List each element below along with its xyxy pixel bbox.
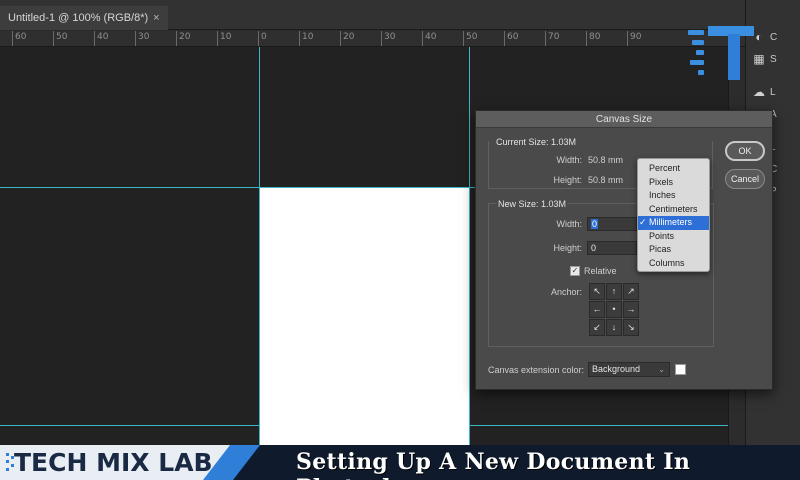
ruler-tick: 90 <box>627 31 641 46</box>
menu-item-percent[interactable]: Percent <box>638 162 709 176</box>
ruler-tick: 30 <box>381 31 395 46</box>
ruler-tick: 10 <box>217 31 231 46</box>
current-width-label: Width: <box>556 155 582 165</box>
ruler-tick: 50 <box>463 31 477 46</box>
anchor-arrow-icon[interactable]: ↑ <box>606 283 622 300</box>
anchor-arrow-icon[interactable]: ↖ <box>589 283 605 300</box>
brand-name: TECH MIX LAB <box>14 448 213 477</box>
anchor-arrow-icon[interactable]: ↓ <box>606 319 622 336</box>
horizontal-ruler[interactable]: 60 50 40 30 20 10 0 10 20 30 40 50 60 70 80 90 <box>0 31 745 47</box>
menu-item-millimeters[interactable]: ✓ Millimeters <box>638 216 709 230</box>
current-height-value: 50.8 mm <box>588 175 624 185</box>
current-height-label: Height: <box>553 175 582 185</box>
cancel-button[interactable]: Cancel <box>725 169 765 189</box>
width-input[interactable]: 0 <box>587 217 637 231</box>
ruler-tick: 60 <box>12 31 26 46</box>
ruler-tick: 50 <box>53 31 67 46</box>
menu-item-label: Millimeters <box>649 217 693 227</box>
ruler-tick: 70 <box>545 31 559 46</box>
current-width-value: 50.8 mm <box>588 155 624 165</box>
anchor-grid: ↖ ↑ ↗ ← • → ↙ ↓ ↘ <box>589 283 639 337</box>
ruler-tick: 40 <box>94 31 108 46</box>
photoshop-window: Untitled-1 @ 100% (RGB/8*) × 60 50 40 30 20 10… <box>0 0 800 480</box>
guide-vertical <box>469 47 470 445</box>
relative-checkbox[interactable]: ✓ <box>570 266 580 276</box>
canvas-size-dialog: Canvas Size Current Size: 1.03M Width: 5… <box>475 110 773 390</box>
tech-mix-lab-logo-icon <box>688 22 760 84</box>
ruler-tick: 30 <box>135 31 149 46</box>
menu-item-centimeters[interactable]: Centimeters <box>638 203 709 217</box>
extension-color-select[interactable]: Background ⌄ <box>588 362 670 377</box>
anchor-center[interactable]: • <box>606 301 622 318</box>
checkmark-icon: ✓ <box>639 217 647 227</box>
document-tab[interactable]: Untitled-1 @ 100% (RGB/8*) × <box>0 6 168 30</box>
panel-label: L <box>770 87 776 98</box>
relative-label: Relative <box>584 266 617 276</box>
video-banner: TECH MIX LAB Setting Up A New Document I… <box>0 445 800 480</box>
ruler-tick: 10 <box>299 31 313 46</box>
document-tab-title: Untitled-1 @ 100% (RGB/8*) <box>8 12 149 24</box>
ruler-tick: 80 <box>586 31 600 46</box>
document-tab-bar: Untitled-1 @ 100% (RGB/8*) × <box>0 0 745 30</box>
anchor-arrow-icon[interactable]: ↘ <box>623 319 639 336</box>
anchor-arrow-icon[interactable]: ← <box>589 301 605 318</box>
menu-item-label: Points <box>649 230 675 241</box>
menu-item-picas[interactable]: Picas <box>638 243 709 257</box>
ruler-tick: 60 <box>504 31 518 46</box>
anchor-arrow-icon[interactable]: ↗ <box>623 283 639 300</box>
current-size-label: Current Size: 1.03M <box>496 137 577 147</box>
menu-item-pixels[interactable]: Pixels <box>638 176 709 190</box>
extension-color-value: Background <box>592 364 641 374</box>
menu-item-columns[interactable]: Columns <box>638 257 709 271</box>
video-title: Setting Up A New Document In Photoshop <box>296 449 691 480</box>
anchor-arrow-icon[interactable]: ↙ <box>589 319 605 336</box>
ruler-tick: 20 <box>340 31 354 46</box>
anchor-arrow-icon[interactable]: → <box>623 301 639 318</box>
menu-item-label: Picas <box>649 244 672 254</box>
ruler-tick: 40 <box>422 31 436 46</box>
menu-item-label: Centimeters <box>649 203 698 214</box>
menu-item-label: Inches <box>649 190 676 200</box>
ruler-tick: 0 <box>258 31 267 46</box>
menu-item-inches[interactable]: Inches <box>638 189 709 203</box>
close-icon[interactable]: × <box>153 12 159 24</box>
dialog-title: Canvas Size <box>476 111 772 128</box>
panel-label: C <box>770 32 778 43</box>
chevron-down-icon: ⌄ <box>658 365 665 374</box>
anchor-label: Anchor: <box>550 287 582 297</box>
ok-button[interactable]: OK <box>725 141 765 161</box>
height-input[interactable]: 0 <box>587 241 637 255</box>
libraries-icon[interactable]: ☁ <box>752 85 766 99</box>
ruler-tick: 20 <box>176 31 190 46</box>
panel-label: S <box>770 54 777 65</box>
menu-item-label: Percent <box>649 163 681 173</box>
new-size-label: New Size: 1.03M <box>496 199 569 209</box>
extension-color-swatch[interactable] <box>675 364 686 375</box>
new-width-label: Width: <box>556 219 582 229</box>
document-canvas[interactable] <box>260 188 469 445</box>
units-dropdown-menu: Percent Pixels Inches Centimeters ✓ Millimete… <box>637 158 710 272</box>
new-height-label: Height: <box>553 243 582 253</box>
extension-color-label: Canvas extension color: <box>488 365 585 375</box>
menu-item-points[interactable]: Points <box>638 230 709 244</box>
menu-item-label: Pixels <box>649 176 674 187</box>
menu-item-label: Columns <box>649 257 685 268</box>
